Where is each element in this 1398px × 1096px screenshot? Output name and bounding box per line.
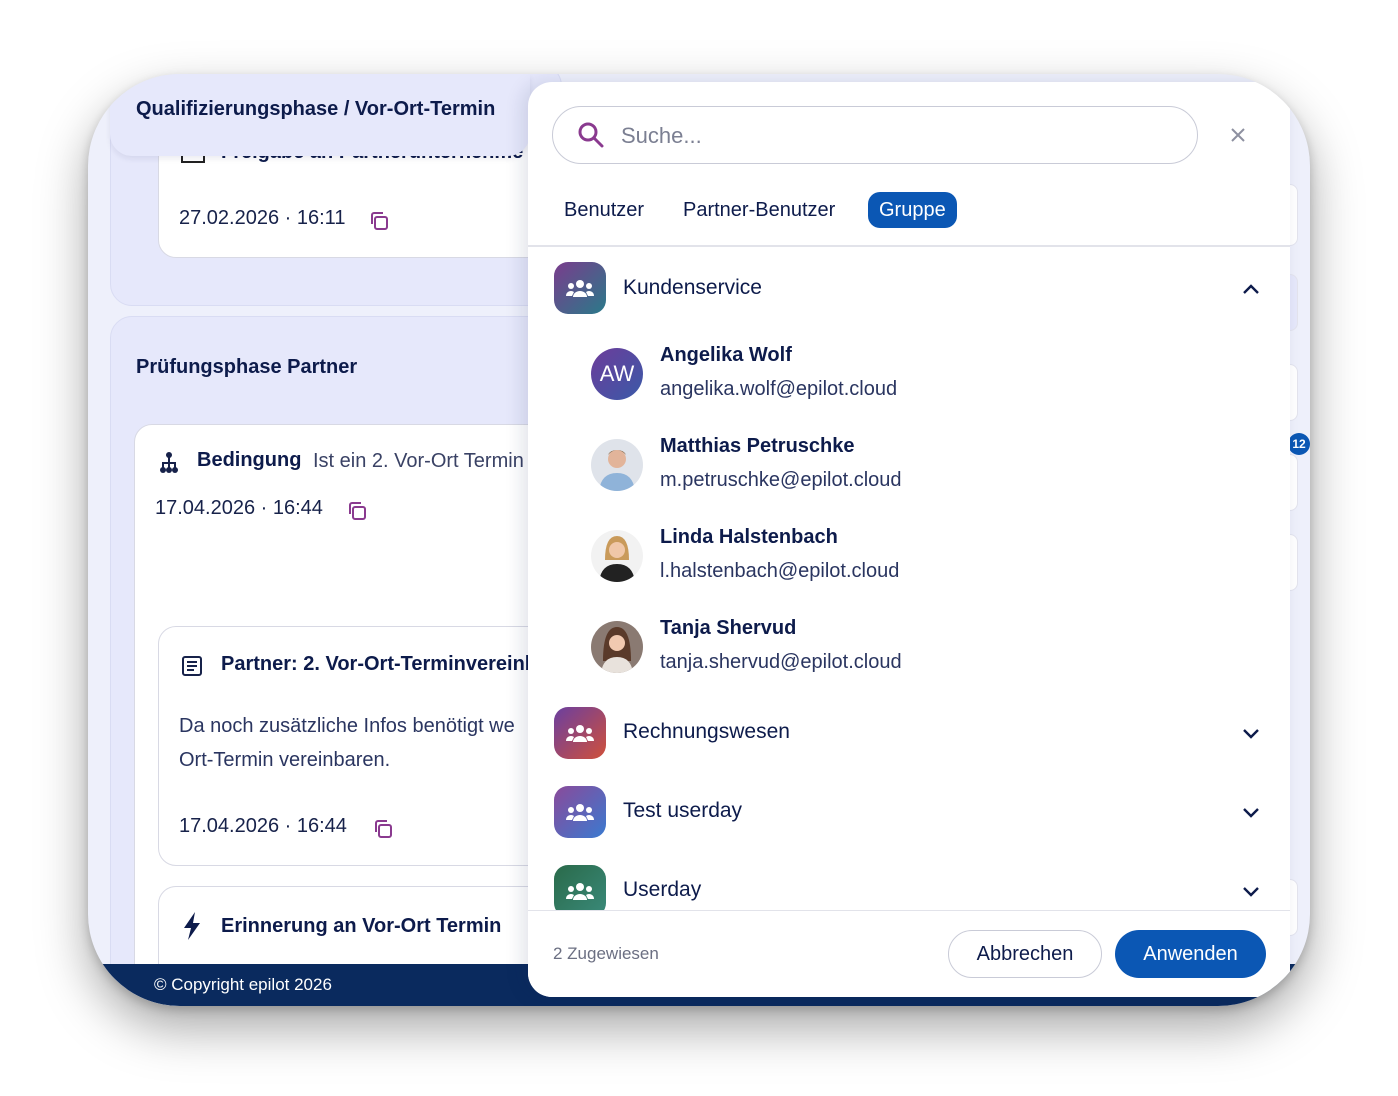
avatar xyxy=(591,439,643,491)
member-name: Matthias Petruschke xyxy=(660,435,855,457)
copy-icon[interactable] xyxy=(371,817,395,841)
search-icon xyxy=(577,121,605,149)
member-email: angelika.wolf@epilot.cloud xyxy=(660,378,898,400)
condition-label: Bedingung xyxy=(197,449,302,471)
timestamp: 27.02.2026 · 16:11 xyxy=(179,207,346,229)
group-label: Kundenservice xyxy=(623,276,762,299)
phase-title: Qualifizierungsphase / Vor-Ort-Termin xyxy=(136,98,496,120)
member-name: Linda Halstenbach xyxy=(660,526,838,548)
timestamp: 17.04.2026 · 16:44 xyxy=(155,497,323,519)
avatar-initials: AW xyxy=(599,361,635,386)
task-card[interactable]: Partner: 2. Vor-Ort-Terminvereinb Da noc… xyxy=(158,626,590,866)
tab-gruppe[interactable]: Gruppe xyxy=(868,192,957,228)
member-email: m.petruschke@epilot.cloud xyxy=(660,469,902,491)
copy-icon[interactable] xyxy=(345,499,369,523)
count-badge: 12 xyxy=(1288,433,1310,455)
assign-popup: Benutzer Partner-Benutzer Gruppe Kundens… xyxy=(528,82,1290,997)
cancel-button[interactable]: Abbrechen xyxy=(948,930,1102,978)
avatar xyxy=(591,530,643,582)
member-name: Angelika Wolf xyxy=(660,344,792,366)
member-email: tanja.shervud@epilot.cloud xyxy=(660,651,902,673)
group-label: Rechnungswesen xyxy=(623,720,790,743)
assigned-count: 2 Zugewiesen xyxy=(553,944,659,963)
lightning-icon xyxy=(181,911,203,941)
app-window: 12 Freigabe an Partnerunternehme 27.02.2… xyxy=(88,74,1310,1006)
action-bar: 2 Zugewiesen Abbrechen Anwenden xyxy=(528,910,1290,997)
phase-title: Prüfungsphase Partner xyxy=(136,356,358,378)
search-input[interactable] xyxy=(619,119,1183,153)
group-label: Test userday xyxy=(623,799,743,822)
copyright-text: © Copyright epilot 2026 xyxy=(154,975,332,994)
group-label: Userday xyxy=(623,878,702,901)
tab-partner-benutzer[interactable]: Partner-Benutzer xyxy=(672,192,846,228)
avatar: AW xyxy=(591,348,643,400)
team-icon xyxy=(554,786,606,838)
member-email: l.halstenbach@epilot.cloud xyxy=(660,560,900,582)
member-name: Tanja Shervud xyxy=(660,617,797,639)
team-icon xyxy=(554,262,606,314)
apply-button[interactable]: Anwenden xyxy=(1115,930,1266,978)
hierarchy-icon xyxy=(157,451,181,475)
condition-text: Ist ein 2. Vor-Ort Termin xyxy=(313,450,524,472)
chevron-down-icon[interactable] xyxy=(1240,801,1262,823)
tab-benutzer[interactable]: Benutzer xyxy=(553,192,655,228)
chevron-down-icon[interactable] xyxy=(1240,722,1262,744)
avatar xyxy=(591,621,643,673)
close-icon[interactable] xyxy=(1228,125,1248,145)
chevron-down-icon[interactable] xyxy=(1240,880,1262,902)
team-icon xyxy=(554,707,606,759)
task-body: Ort-Termin vereinbaren. xyxy=(179,749,391,771)
search-box[interactable] xyxy=(552,106,1198,164)
timestamp: 17.04.2026 · 16:44 xyxy=(179,815,347,837)
task-title: Partner: 2. Vor-Ort-Terminvereinb xyxy=(221,653,537,675)
task-body: Da noch zusätzliche Infos benötigt we xyxy=(179,715,515,737)
copy-icon[interactable] xyxy=(367,209,391,233)
automation-title: Erinnerung an Vor-Ort Termin xyxy=(221,915,502,937)
chevron-up-icon[interactable] xyxy=(1240,278,1262,300)
document-icon xyxy=(181,655,202,677)
divider xyxy=(528,245,1290,247)
